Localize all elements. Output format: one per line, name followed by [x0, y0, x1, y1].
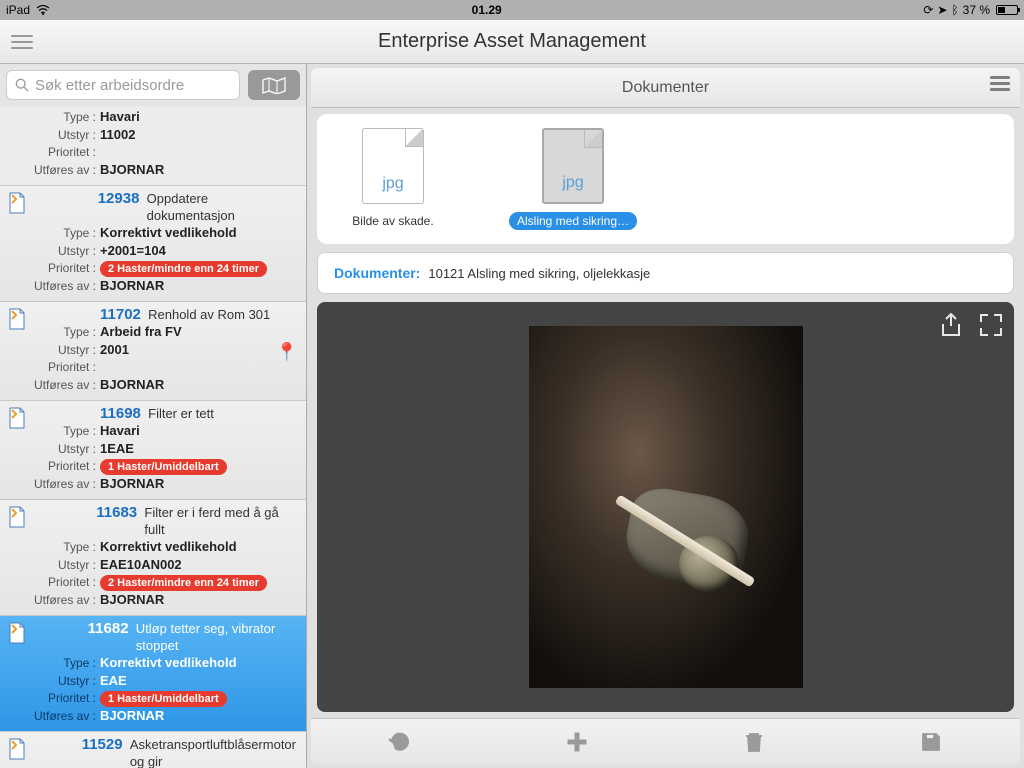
- work-order-id: 11683: [96, 504, 137, 521]
- save-button[interactable]: [919, 730, 943, 754]
- document-thumb[interactable]: jpg Bilde av skade.: [333, 128, 453, 230]
- status-time: 01.29: [50, 3, 923, 17]
- work-order-title: Oppdatere dokumentasjon: [147, 190, 296, 224]
- work-order-item[interactable]: 11529 Asketransportluftblåsermotor og gi…: [0, 732, 306, 768]
- work-order-item[interactable]: 11698 Filter er tettType :HavariUtstyr :…: [0, 401, 306, 500]
- document-photo: [529, 326, 803, 688]
- work-order-title: Utløp tetter seg, vibrator stoppet: [136, 620, 296, 654]
- map-button[interactable]: [248, 70, 300, 100]
- document-icon: [8, 192, 26, 214]
- priority-badge: 2 Haster/mindre enn 24 timer: [100, 575, 267, 591]
- search-icon: [15, 78, 29, 92]
- search-placeholder: Søk etter arbeidsordre: [35, 77, 184, 94]
- battery-pct: 37 %: [963, 3, 990, 17]
- work-order-title: Renhold av Rom 301: [148, 306, 270, 323]
- titlebar: Enterprise Asset Management: [0, 20, 1024, 64]
- work-order-id: 11529: [82, 736, 123, 753]
- map-icon: [261, 76, 287, 94]
- document-icon: [8, 407, 26, 429]
- thumb-label: Bilde av skade.: [344, 212, 441, 230]
- work-order-item[interactable]: 11682 Utløp tetter seg, vibrator stoppet…: [0, 616, 306, 732]
- work-order-item[interactable]: 11683 Filter er i ferd med å gå fulltTyp…: [0, 500, 306, 616]
- add-button[interactable]: [565, 730, 589, 754]
- priority-badge: 1 Haster/Umiddelbart: [100, 459, 227, 475]
- file-icon: jpg: [362, 128, 424, 204]
- work-order-id: 11702: [100, 306, 141, 323]
- document-icon: [8, 738, 26, 760]
- refresh-button[interactable]: [388, 730, 412, 754]
- device-label: iPad: [6, 3, 30, 17]
- document-preview[interactable]: [317, 302, 1014, 712]
- documents-header: Dokumenter: [311, 68, 1020, 108]
- status-bar: iPad 01.29 ⟳ ➤ ᛒ 37 %: [0, 0, 1024, 20]
- work-order-list: Type :Havari Utstyr :11002 Prioritet : U…: [0, 106, 306, 768]
- work-order-item[interactable]: 📍11702 Renhold av Rom 301Type :Arbeid fr…: [0, 302, 306, 401]
- work-order-item[interactable]: 12938 Oppdatere dokumentasjonType :Korre…: [0, 186, 306, 302]
- document-icon: [8, 308, 26, 330]
- battery-icon: [996, 5, 1018, 15]
- orientation-lock-icon: ⟳: [923, 3, 933, 17]
- work-order-title: Filter er i ferd med å gå fullt: [144, 504, 296, 538]
- work-order-id: 11698: [100, 405, 141, 422]
- document-icon: [8, 506, 26, 528]
- thumb-label: Alsling med sikring…: [509, 212, 637, 230]
- work-order-title: Asketransportluftblåsermotor og gir: [130, 736, 296, 768]
- document-meta: Dokumenter: 10121 Alsling med sikring, o…: [317, 252, 1014, 294]
- priority-badge: 1 Haster/Umiddelbart: [100, 691, 227, 707]
- work-order-id: 11682: [88, 620, 129, 637]
- work-order-title: Filter er tett: [148, 405, 214, 422]
- work-order-id: 12938: [98, 190, 140, 207]
- work-order-item-partial[interactable]: Type :Havari Utstyr :11002 Prioritet : U…: [0, 106, 306, 186]
- main-panel: Dokumenter jpgBilde av skade.jpgAlsling …: [307, 64, 1024, 768]
- sidebar: Søk etter arbeidsordre Type :Havari Utst…: [0, 64, 307, 768]
- bluetooth-icon: ᛒ: [951, 3, 958, 17]
- document-toolbar: [311, 718, 1020, 764]
- document-meta-label: Dokumenter:: [334, 265, 420, 281]
- menu-button[interactable]: [0, 20, 44, 64]
- expand-icon[interactable]: [978, 312, 1004, 338]
- delete-button[interactable]: [742, 730, 766, 754]
- document-meta-value: 10121 Alsling med sikring, oljelekkasje: [428, 266, 650, 281]
- priority-badge: 2 Haster/mindre enn 24 timer: [100, 261, 267, 277]
- documents-title: Dokumenter: [622, 79, 709, 97]
- document-thumbnails: jpgBilde av skade.jpgAlsling med sikring…: [317, 114, 1014, 244]
- search-input[interactable]: Søk etter arbeidsordre: [6, 70, 240, 100]
- location-icon: ➤: [937, 3, 947, 17]
- pin-icon: 📍: [276, 342, 298, 363]
- document-icon: [8, 622, 26, 644]
- document-thumb[interactable]: jpgAlsling med sikring…: [513, 128, 633, 230]
- app-title: Enterprise Asset Management: [0, 30, 1024, 53]
- wifi-icon: [36, 5, 50, 15]
- share-icon[interactable]: [938, 312, 964, 338]
- panel-menu-button[interactable]: [990, 76, 1010, 91]
- file-icon: jpg: [542, 128, 604, 204]
